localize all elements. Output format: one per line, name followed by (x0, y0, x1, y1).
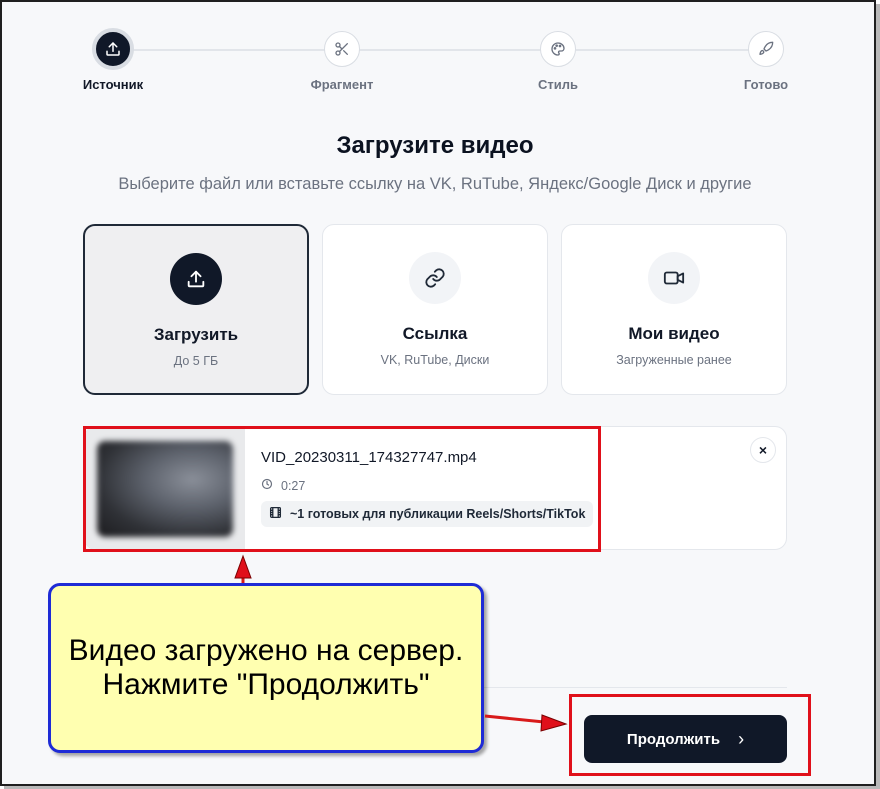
arrow-up-icon (234, 554, 252, 583)
arrow-right-icon (484, 714, 568, 732)
annotation-arrows (234, 554, 568, 732)
